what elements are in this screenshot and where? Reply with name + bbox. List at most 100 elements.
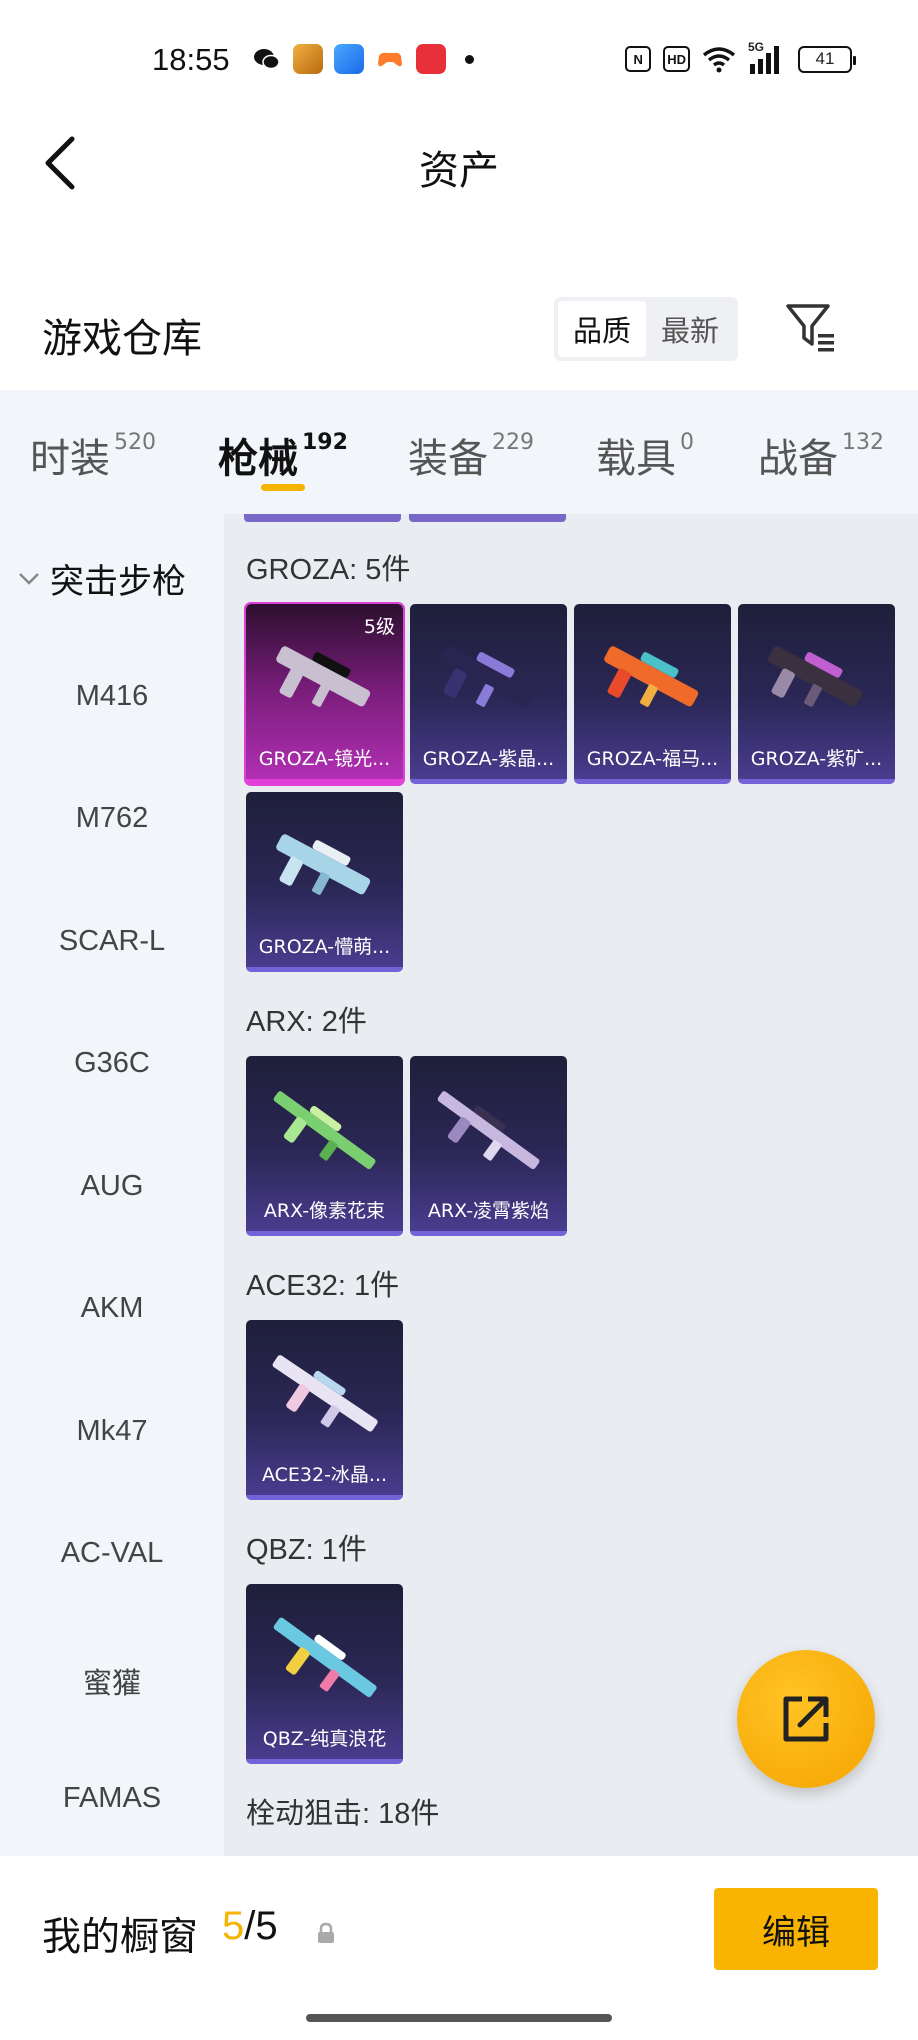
skin-card[interactable]: GROZA-紫矿... — [738, 604, 895, 784]
skin-name: GROZA-镜光... — [258, 748, 391, 770]
skin-name: GROZA-紫矿... — [750, 748, 883, 770]
sidebar-item-m762[interactable]: M762 — [0, 802, 224, 835]
sidebar-item-akm[interactable]: AKM — [0, 1292, 224, 1325]
filter-icon — [786, 304, 834, 352]
weapon-sidebar: 突击步枪 M416 M762 SCAR-L G36C AUG AKM Mk47 … — [0, 514, 224, 1856]
home-indicator[interactable] — [306, 2014, 612, 2022]
previous-group-cards — [244, 514, 566, 522]
tab-label: 装备 — [408, 436, 488, 482]
gun-image — [437, 1091, 540, 1170]
skin-name: ARX-凌霄紫焰 — [427, 1200, 550, 1222]
gun-image — [276, 834, 371, 895]
sidebar-item-ac-val[interactable]: AC-VAL — [0, 1537, 224, 1570]
sidebar-item-aug[interactable]: AUG — [0, 1170, 224, 1203]
sort-option-quality[interactable]: 品质 — [558, 301, 646, 357]
chevron-down-icon — [19, 572, 39, 585]
showcase-count: 5/5 — [222, 1904, 278, 1949]
gun-image — [604, 646, 699, 707]
tab-label: 时装 — [30, 436, 110, 482]
skin-name: QBZ-纯真浪花 — [262, 1728, 387, 1750]
hd-icon: HD — [663, 46, 690, 72]
skin-card[interactable]: 5级 GROZA-镜光... — [244, 602, 405, 786]
group-title-qbz: QBZ: 1件 — [246, 1534, 367, 1566]
sidebar-item-mk47[interactable]: Mk47 — [0, 1415, 224, 1448]
tab-count: 229 — [492, 430, 534, 455]
edit-button[interactable]: 编辑 — [714, 1888, 878, 1970]
warehouse-title: 游戏仓库 — [42, 316, 202, 362]
skin-card[interactable]: GROZA-福马... — [574, 604, 731, 784]
share-button[interactable] — [737, 1650, 875, 1788]
showcase-total: 5 — [255, 1904, 278, 1948]
group-title-groza: GROZA: 5件 — [246, 554, 411, 586]
sidebar-item-scar-l[interactable]: SCAR-L — [0, 925, 224, 958]
game-app-icon — [293, 44, 323, 74]
category-tabs: 时装 520 枪械 192 装备 229 载具 0 战备 132 — [0, 390, 918, 514]
showcase-label: 我的橱窗 — [42, 1915, 199, 1960]
gamepad-app-icon — [375, 44, 405, 74]
sidebar-item-m416[interactable]: M416 — [0, 680, 224, 713]
sidebar-item-g36c[interactable]: G36C — [0, 1047, 224, 1080]
sort-toggle: 品质 最新 — [554, 297, 738, 361]
status-time: 18:55 — [152, 42, 230, 77]
battery-icon: 41 — [798, 45, 856, 73]
music-app-icon — [416, 44, 446, 74]
sort-option-newest[interactable]: 最新 — [646, 301, 734, 357]
gun-image — [272, 1355, 378, 1432]
sidebar-item-famas[interactable]: FAMAS — [0, 1782, 224, 1815]
gun-image — [768, 646, 863, 707]
tab-count: 0 — [680, 430, 694, 455]
group-title-bolt-sniper: 栓动狙击: 18件 — [246, 1798, 440, 1830]
more-notifications-dot — [465, 54, 474, 64]
lock-icon — [318, 1922, 334, 1943]
showcase-current: 5 — [222, 1904, 245, 1948]
sidebar-category-label: 突击步枪 — [50, 562, 186, 602]
showcase-bar: 我的橱窗 5/5 编辑 — [0, 1856, 918, 2040]
skin-card[interactable]: ARX-凌霄紫焰 — [410, 1056, 567, 1236]
tab-vehicles[interactable]: 载具 0 — [596, 426, 694, 484]
skin-card[interactable]: GROZA-紫晶... — [410, 604, 567, 784]
gun-image — [440, 646, 535, 707]
skin-card-partial[interactable] — [409, 514, 566, 522]
notification-icons — [252, 44, 474, 74]
skin-name: GROZA-福马... — [586, 748, 719, 770]
skin-name: GROZA-懵萌... — [258, 936, 391, 958]
tab-equipment[interactable]: 装备 229 — [408, 426, 534, 484]
tab-label: 载具 — [596, 436, 676, 482]
page-title: 资产 — [419, 148, 499, 194]
wechat-icon — [254, 49, 280, 70]
share-icon — [783, 1696, 829, 1742]
signal-label: 5G — [748, 40, 765, 54]
skin-level-badge: 5级 — [363, 616, 395, 638]
tab-fashion[interactable]: 时装 520 — [30, 426, 156, 484]
tab-label: 战备 — [758, 436, 838, 482]
signal-icon: 5G — [748, 40, 786, 74]
skin-name: ACE32-冰晶... — [261, 1464, 388, 1486]
status-bar: 18:55 N HD 5G 41 — [0, 0, 918, 122]
tab-label: 枪械 — [218, 436, 298, 482]
tab-count: 192 — [302, 430, 348, 455]
group-title-ace32: ACE32: 1件 — [246, 1270, 400, 1302]
skin-card[interactable]: QBZ-纯真浪花 — [246, 1584, 403, 1764]
gun-image — [276, 646, 371, 707]
skin-name: GROZA-紫晶... — [422, 748, 555, 770]
showcase-separator: / — [244, 1904, 256, 1948]
skin-card[interactable]: ARX-像素花束 — [246, 1056, 403, 1236]
sidebar-category[interactable]: 突击步枪 — [18, 554, 186, 603]
skin-card[interactable]: GROZA-懵萌... — [246, 792, 403, 972]
calendar-app-icon — [334, 44, 364, 74]
tab-guns[interactable]: 枪械 192 — [218, 426, 348, 484]
sidebar-item-honey-badger[interactable]: 蜜獾 — [0, 1660, 224, 1702]
nfc-icon: N — [625, 46, 652, 72]
active-tab-indicator — [261, 484, 305, 491]
skin-card-partial[interactable] — [244, 514, 401, 522]
skin-name: ARX-像素花束 — [263, 1200, 386, 1222]
tab-supplies[interactable]: 战备 132 — [758, 426, 884, 484]
filter-button[interactable] — [782, 298, 842, 358]
group-title-arx: ARX: 2件 — [246, 1006, 367, 1038]
wifi-icon — [702, 47, 736, 73]
tab-count: 132 — [842, 430, 884, 455]
skin-card[interactable]: ACE32-冰晶... — [246, 1320, 403, 1500]
gun-image — [273, 1617, 377, 1698]
gun-image — [273, 1091, 376, 1170]
system-icons: N HD 5G 41 — [625, 40, 856, 74]
